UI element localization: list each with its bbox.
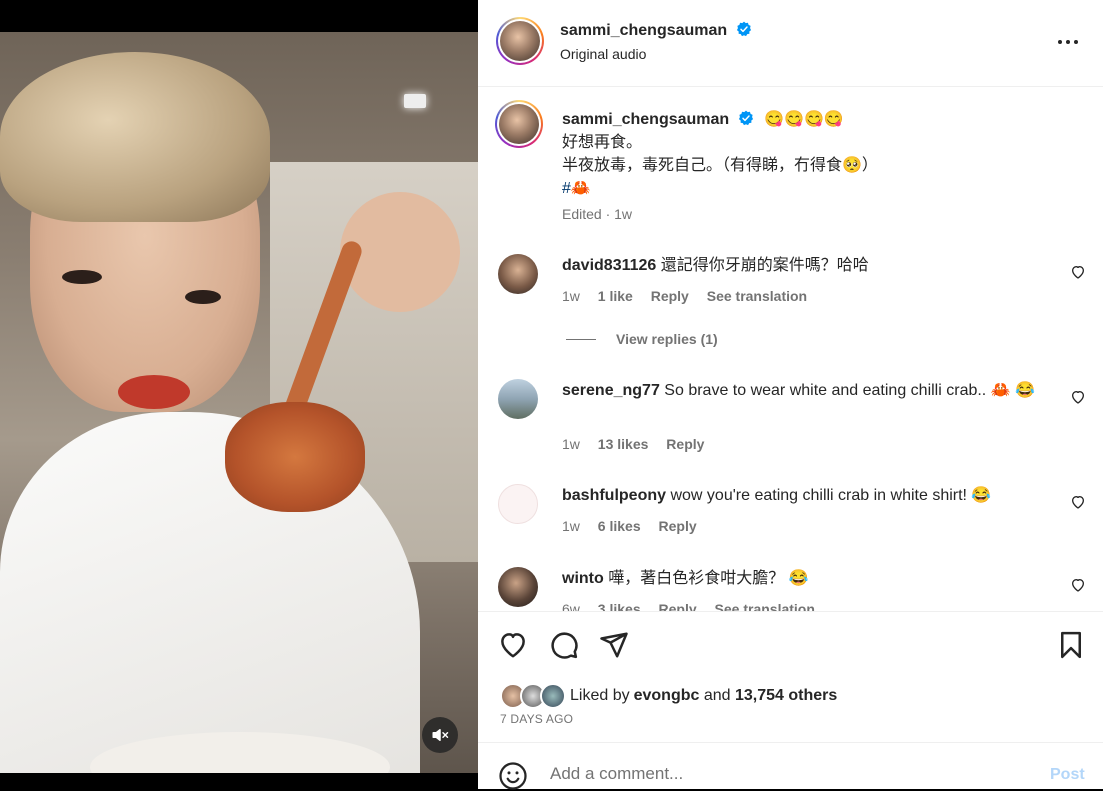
comment-username[interactable]: bashfulpeony <box>562 487 666 504</box>
mute-icon <box>432 729 449 741</box>
hair <box>0 52 270 222</box>
author-username[interactable]: sammi_chengsauman <box>560 22 727 39</box>
comment-likes[interactable]: 3 likes <box>598 601 641 611</box>
reply-button[interactable]: Reply <box>659 601 697 611</box>
add-comment-bar: Add a comment... Post <box>478 742 1103 790</box>
reply-button[interactable]: Reply <box>651 288 689 304</box>
comment-like-icon[interactable] <box>1070 264 1086 280</box>
mute-button[interactable] <box>422 717 458 753</box>
comment-likes[interactable]: 13 likes <box>598 436 649 452</box>
caption-emojis: 😋😋😋😋 <box>764 111 844 128</box>
likes-middle: and <box>699 687 735 704</box>
caption-meta: Edited · 1w <box>562 206 633 222</box>
comment-likes[interactable]: 1 like <box>598 288 633 304</box>
verified-icon <box>736 21 751 37</box>
comment-icon[interactable] <box>549 630 579 660</box>
comment-username[interactable]: serene_ng77 <box>562 382 660 399</box>
caption-line-2: 半夜放毒，毒死自己。（有得睇，冇得食🥺） <box>562 157 878 174</box>
see-translation-button[interactable]: See translation <box>707 288 807 304</box>
bookmark-icon[interactable] <box>1056 630 1086 660</box>
comment-text: wow you're eating chilli crab in white s… <box>670 487 992 504</box>
audio-label[interactable]: Original audio <box>560 46 646 62</box>
reply-button[interactable]: Reply <box>659 518 697 534</box>
view-replies-label: View replies (1) <box>616 331 718 347</box>
comment-row: winto 嘩，著白色衫食咁大膽？ 😂 6w 3 likes Reply See… <box>498 567 1088 611</box>
comment-time[interactable]: 1w <box>562 518 580 534</box>
comment-likes[interactable]: 6 likes <box>598 518 641 534</box>
caption-avatar[interactable] <box>495 100 543 148</box>
likes-user[interactable]: evongbc <box>634 687 700 705</box>
comment-text: So brave to wear white and eating chilli… <box>664 382 1035 399</box>
heart-icon[interactable] <box>498 630 528 660</box>
liker-avatar <box>540 683 566 709</box>
share-icon[interactable] <box>599 630 629 660</box>
comment-like-icon[interactable] <box>1070 389 1086 405</box>
view-replies-button[interactable]: View replies (1) <box>566 331 718 347</box>
ceiling-light <box>404 94 426 108</box>
comment-input[interactable]: Add a comment... <box>550 764 683 784</box>
caption-hashtag[interactable]: #🦀 <box>562 180 591 197</box>
comment-avatar[interactable] <box>498 484 538 524</box>
author-avatar[interactable] <box>496 17 544 65</box>
crab-meat <box>225 402 365 512</box>
comment-text: 嘩，著白色衫食咁大膽？ 😂 <box>608 570 809 587</box>
comment-username[interactable]: winto <box>562 570 604 587</box>
lips <box>118 375 190 409</box>
post-media <box>0 0 478 789</box>
eye <box>185 290 221 304</box>
comment-text: 還記得你牙崩的案件嗎？哈哈 <box>660 257 869 274</box>
caption-username[interactable]: sammi_chengsauman <box>562 111 729 128</box>
verified-icon <box>738 110 753 126</box>
comment-avatar[interactable] <box>498 567 538 607</box>
comment-avatar[interactable] <box>498 379 538 419</box>
caption-line-1: 好想再食。 <box>562 134 643 151</box>
comment-row: david831126 還記得你牙崩的案件嗎？哈哈 1w 1 like Repl… <box>498 254 1088 334</box>
likes-prefix: Liked by <box>570 687 630 704</box>
post-panel: sammi_chengsauman Original audio sammi_c… <box>478 0 1103 790</box>
more-icon[interactable] <box>1056 32 1080 52</box>
comment-avatar[interactable] <box>498 254 538 294</box>
comment-row: serene_ng77 So brave to wear white and e… <box>498 379 1088 459</box>
comment-time[interactable]: 6w <box>562 601 580 611</box>
likes-count[interactable]: 13,754 others <box>735 687 837 705</box>
caption: sammi_chengsauman 😋😋😋😋 好想再食。 半夜放毒，毒死自己。（… <box>495 100 1088 227</box>
eye <box>62 270 102 284</box>
divider-line <box>566 338 596 340</box>
comment-time[interactable]: 1w <box>562 436 580 452</box>
video-player[interactable] <box>0 32 478 773</box>
post-button[interactable]: Post <box>1050 766 1085 784</box>
post-date[interactable]: 7 DAYS AGO <box>500 712 573 726</box>
emoji-icon[interactable] <box>498 761 528 791</box>
comment-username[interactable]: david831126 <box>562 257 656 274</box>
see-translation-button[interactable]: See translation <box>715 601 815 611</box>
reply-button[interactable]: Reply <box>666 436 704 452</box>
comment-time[interactable]: 1w <box>562 288 580 304</box>
post-header: sammi_chengsauman Original audio <box>478 0 1103 87</box>
likes-summary[interactable]: Liked by evongbc and 13,754 others <box>500 683 837 709</box>
comment-like-icon[interactable] <box>1070 494 1086 510</box>
comment-row: bashfulpeony wow you're eating chilli cr… <box>498 484 1088 544</box>
comment-like-icon[interactable] <box>1070 577 1086 593</box>
post-actions: Liked by evongbc and 13,754 others 7 DAY… <box>478 611 1103 742</box>
comments-section[interactable]: sammi_chengsauman 😋😋😋😋 好想再食。 半夜放毒，毒死自己。（… <box>478 87 1103 611</box>
